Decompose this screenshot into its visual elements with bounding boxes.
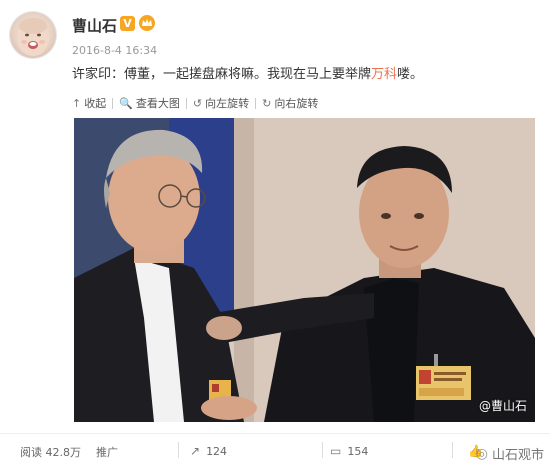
post-text: 许家印：傅董，一起搓盘麻将嘛。我现在马上要举牌万科喽。 — [72, 63, 423, 82]
post-timestamp[interactable]: 2016-8-4 16:34 — [72, 44, 157, 57]
avatar[interactable] — [10, 12, 56, 58]
photo-watermark: @曹山石 — [478, 399, 527, 413]
photo-two-men-talking — [74, 118, 535, 422]
comment-count: 154 — [347, 444, 369, 458]
rotate-left-label: 向左旋转 — [205, 97, 250, 110]
arrow-up-icon: ↑ — [72, 96, 82, 110]
repost-button[interactable]: ↗ 124 — [190, 444, 227, 458]
rotate-right-label: 向右旋转 — [274, 97, 319, 110]
divider — [112, 97, 114, 109]
rotate-right-button[interactable]: ↻ 向右旋转 — [262, 95, 318, 111]
collapse-button[interactable]: ↑ 收起 — [72, 95, 106, 111]
image-action-bar: ↑ 收起 🔍 查看大图 ↺ 向左旋转 ↻ 向右旋转 — [72, 95, 318, 111]
collapse-label: 收起 — [84, 97, 107, 110]
footer-divider — [178, 442, 179, 458]
promote-button[interactable]: 推广 — [96, 444, 118, 460]
comment-icon: ▭ — [330, 444, 342, 458]
rotate-left-button[interactable]: ↺ 向左旋转 — [193, 95, 249, 111]
corner-logo-text: 山石观市 — [491, 448, 544, 463]
repost-icon: ↗ — [190, 444, 201, 458]
divider — [255, 97, 257, 109]
post-text-topic-link[interactable]: 万科 — [371, 67, 397, 82]
post-photo[interactable]: @曹山石 — [74, 118, 535, 422]
comment-button[interactable]: ▭ 154 — [330, 444, 368, 458]
baby-avatar-icon — [17, 18, 49, 56]
divider — [185, 97, 187, 109]
magnifier-icon: 🔍 — [119, 96, 133, 110]
username[interactable]: 曹山石 — [72, 15, 117, 36]
verified-badge-icon: V — [120, 16, 135, 31]
repost-count: 124 — [206, 444, 228, 458]
rotate-left-icon: ↺ — [192, 96, 203, 110]
read-count: 阅读 42.8万 — [20, 446, 81, 459]
post-footer: 阅读 42.8万 推广 ↗ 124 ▭ 154 👍 ◎ 山石观市 — [0, 434, 550, 469]
view-large-image-button[interactable]: 🔍 查看大图 — [119, 95, 180, 111]
post-text-main: 许家印：傅董，一起搓盘麻将嘛。我现在马上要举牌 — [72, 67, 372, 82]
wechat-logo-icon: ◎ — [475, 445, 488, 462]
footer-divider — [452, 442, 453, 458]
rotate-right-icon: ↻ — [262, 96, 272, 110]
view-large-image-label: 查看大图 — [135, 97, 180, 110]
post-text-tail: 喽。 — [397, 67, 424, 82]
corner-logo: ◎ 山石观市 — [475, 444, 544, 464]
footer-divider — [322, 442, 323, 458]
member-crown-icon — [139, 15, 155, 31]
